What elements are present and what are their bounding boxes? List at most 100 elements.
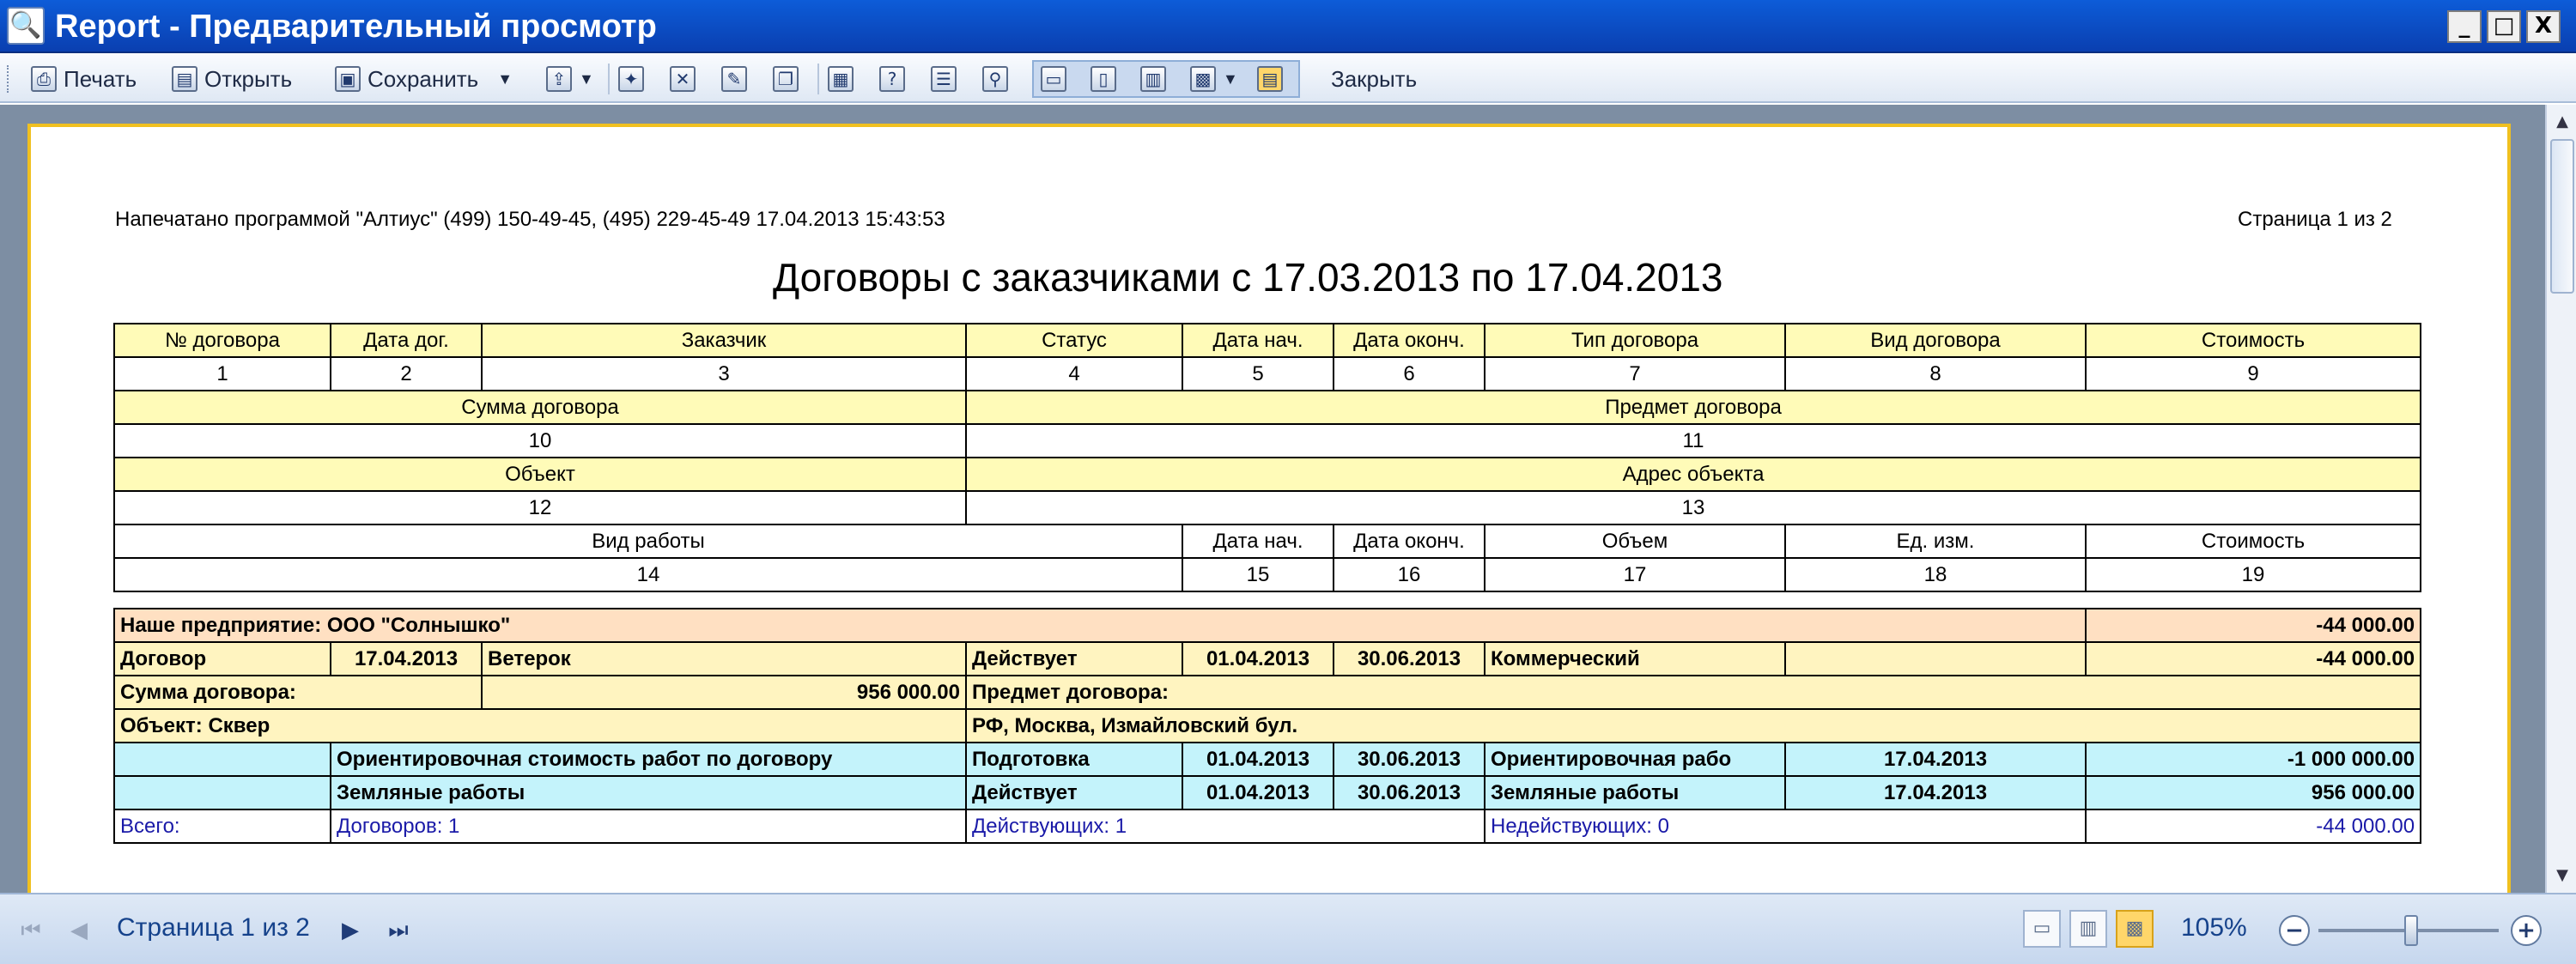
multi-page-view-button[interactable]: ▩ ▼	[1190, 62, 1238, 96]
page-setup-button[interactable]: ▦	[828, 62, 854, 96]
delete-page-button[interactable]: ✕	[670, 62, 696, 96]
next-page-icon[interactable]: ▶	[333, 913, 368, 948]
export-button[interactable]: ⇪ ▼	[546, 62, 594, 96]
single-view-icon[interactable]: ▭	[2023, 910, 2061, 948]
zoom-in-icon[interactable]: +	[2511, 915, 2542, 946]
totals-row: Всего: Договоров: 1 Действующих: 1 Недей…	[113, 809, 2422, 844]
open-label: Открыть	[204, 65, 293, 92]
legend-header-row: № договора Дата дог. Заказчик Статус Дат…	[113, 323, 2421, 358]
first-page-icon[interactable]: ⏮	[14, 913, 48, 948]
page-width-icon: ▯	[1091, 66, 1116, 92]
legend-cell: Дата нач.	[1182, 323, 1334, 358]
totals-inactive: Недействующих: 0	[1483, 809, 2087, 844]
contract-sum-value: 956 000.00	[481, 675, 967, 710]
work-end: 30.06.2013	[1333, 742, 1485, 777]
work-type: Ориентировочная рабо	[1484, 742, 1786, 777]
copy-icon: ❐	[773, 66, 799, 92]
double-view-icon[interactable]: ▥	[2069, 910, 2107, 948]
contracts-table: Наше предприятие: ООО "Солнышко" -44 000…	[112, 608, 2422, 844]
legend-num: 2	[330, 356, 483, 391]
scroll-up-icon[interactable]: ▲	[2550, 110, 2574, 134]
single-page-view-button[interactable]: ▭	[1041, 62, 1066, 96]
export-dropdown-icon[interactable]: ▼	[579, 70, 594, 88]
legend-cell: Тип договора	[1484, 323, 1786, 358]
minimize-button[interactable]: _	[2447, 10, 2482, 43]
contract-category: Коммерческий	[1484, 641, 1786, 676]
window-title: Report - Предварительный просмотр	[55, 9, 657, 45]
save-icon: ▣	[335, 66, 361, 92]
page-setup-icon: ▦	[828, 66, 854, 92]
work-cost: 956 000.00	[2085, 775, 2422, 810]
organization-amount: -44 000.00	[2085, 608, 2422, 643]
edit-page-button[interactable]: ✎	[721, 62, 747, 96]
last-page-icon[interactable]: ⏭	[381, 913, 416, 948]
page-color-button[interactable]: ▤	[1257, 62, 1283, 96]
outline-icon: ☰	[931, 66, 957, 92]
save-dropdown-icon[interactable]: ▼	[497, 70, 513, 88]
organization-row: Наше предприятие: ООО "Солнышко" -44 000…	[112, 608, 2422, 643]
work-type: Земляные работы	[1484, 775, 1786, 810]
contract-status: Действует	[965, 641, 1183, 676]
contract-type: Договор	[113, 641, 331, 676]
legend-num: 16	[1333, 557, 1485, 592]
contract-row[interactable]: Договор 17.04.2013 Ветерок Действует 01.…	[113, 641, 2422, 676]
two-pages-view-button[interactable]: ▥	[1140, 62, 1166, 96]
zoom-slider-thumb[interactable]	[2404, 915, 2418, 946]
multi-page-dropdown-icon[interactable]: ▼	[1223, 70, 1238, 88]
save-label: Сохранить	[368, 65, 479, 92]
page-width-view-button[interactable]: ▯	[1091, 62, 1116, 96]
legend-cell: Объем	[1484, 524, 1786, 559]
work-row[interactable]: Земляные работы Действует 01.04.2013 30.…	[113, 775, 2422, 810]
print-button[interactable]: ⎙ Печать	[31, 62, 137, 96]
legend-cell: Вид работы	[113, 524, 1183, 559]
printed-by-text: Напечатано программой "Алтиус" (499) 150…	[115, 208, 945, 231]
outline-button[interactable]: ☰	[931, 62, 957, 96]
legend-num: 9	[2085, 356, 2421, 391]
legend-header-row: Сумма договора Предмет договора	[113, 390, 2421, 425]
legend-number-row: 10 11	[113, 423, 2421, 458]
toolbar-grip[interactable]	[7, 65, 12, 93]
legend-cell: Предмет договора	[965, 390, 2421, 425]
work-end: 30.06.2013	[1333, 775, 1485, 810]
prev-page-icon[interactable]: ◀	[62, 913, 96, 948]
folder-open-icon: ▤	[172, 66, 197, 92]
find-button[interactable]: ⚲	[982, 62, 1008, 96]
legend-num: 5	[1182, 356, 1334, 391]
vertical-scrollbar[interactable]: ▲ ▼	[2545, 105, 2576, 893]
work-status: Действует	[965, 775, 1183, 810]
legend-cell: Стоимость	[2085, 524, 2421, 559]
work-name: Ориентировочная стоимость работ по догов…	[330, 742, 967, 777]
legend-num: 7	[1484, 356, 1786, 391]
legend-cell: Адрес объекта	[965, 457, 2421, 492]
scroll-thumb[interactable]	[2550, 139, 2574, 294]
open-button[interactable]: ▤ Открыть	[172, 62, 292, 96]
scroll-down-icon[interactable]: ▼	[2550, 864, 2574, 888]
legend-table: № договора Дата дог. Заказчик Статус Дат…	[113, 323, 2421, 592]
work-date: 17.04.2013	[1783, 742, 2087, 777]
multi-view-icon[interactable]: ▩	[2116, 910, 2154, 948]
work-spacer	[113, 775, 331, 810]
two-pages-icon: ▥	[1140, 66, 1166, 92]
work-spacer	[113, 742, 331, 777]
close-window-button[interactable]: X	[2526, 10, 2561, 43]
close-preview-button[interactable]: Закрыть	[1331, 62, 1417, 96]
page-info-text: Страница 1 из 2	[2238, 208, 2392, 231]
zoom-out-icon[interactable]: −	[2279, 915, 2310, 946]
toolbar: ⎙ Печать ▤ Открыть ▣ Сохранить ▼ ⇪ ▼ ✦ ✕ ✎ ❐ …	[0, 55, 2576, 103]
legend-cell: Вид договора	[1784, 323, 2087, 358]
maximize-button[interactable]: □	[2487, 10, 2521, 43]
work-row[interactable]: Ориентировочная стоимость работ по догов…	[113, 742, 2422, 777]
contract-sum-label: Сумма договора:	[113, 675, 483, 710]
work-date: 17.04.2013	[1783, 775, 2087, 810]
legend-num: 10	[113, 423, 967, 458]
legend-cell: Объект	[113, 457, 967, 492]
save-button[interactable]: ▣ Сохранить ▼	[335, 62, 513, 96]
delete-page-icon: ✕	[670, 66, 696, 92]
legend-num: 15	[1182, 557, 1334, 592]
object-label: Объект: Сквер	[113, 708, 967, 743]
help-button[interactable]: ?	[879, 62, 905, 96]
contract-end: 30.06.2013	[1333, 641, 1485, 676]
work-cost: -1 000 000.00	[2085, 742, 2422, 777]
new-page-button[interactable]: ✦	[618, 62, 644, 96]
copy-button[interactable]: ❐	[773, 62, 799, 96]
